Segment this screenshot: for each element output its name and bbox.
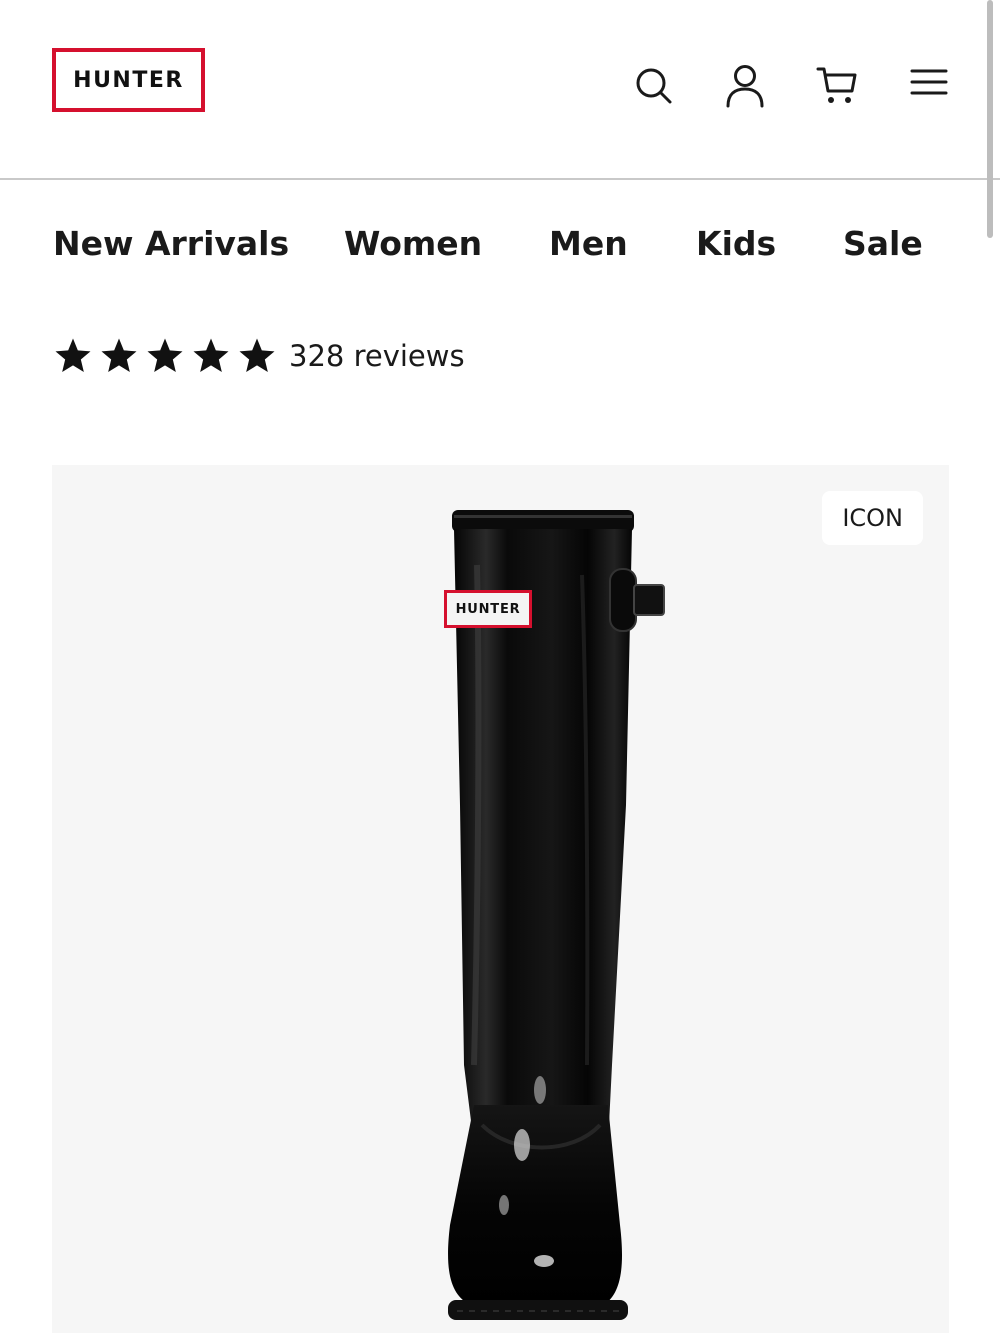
product-rating: 328 reviews <box>53 332 465 380</box>
main-nav: New Arrivals Women Men Kids Sale <box>0 224 1000 272</box>
site-header: HUNTER <box>0 0 1000 180</box>
star-icon <box>145 336 185 376</box>
boot-brand-label: HUNTER <box>444 590 532 628</box>
star-icon <box>99 336 139 376</box>
nav-women[interactable]: Women <box>344 224 482 263</box>
product-image[interactable]: ICON HUNTER <box>52 465 949 1333</box>
star-icon <box>237 336 277 376</box>
star-icon <box>191 336 231 376</box>
icon-badge: ICON <box>822 491 923 545</box>
search-icon[interactable] <box>630 62 678 110</box>
rain-boot-image: HUNTER <box>382 505 682 1329</box>
nav-new-arrivals[interactable]: New Arrivals <box>53 224 289 263</box>
hunter-logo[interactable]: HUNTER <box>52 48 205 112</box>
nav-kids[interactable]: Kids <box>696 224 776 263</box>
page-scrollbar[interactable] <box>987 0 993 238</box>
star-icon <box>53 336 93 376</box>
nav-men[interactable]: Men <box>549 224 628 263</box>
cart-icon[interactable] <box>813 62 861 110</box>
menu-icon[interactable] <box>905 58 953 106</box>
star-rating <box>53 336 277 376</box>
reviews-link[interactable]: 328 reviews <box>289 339 465 373</box>
nav-sale[interactable]: Sale <box>843 224 923 263</box>
account-icon[interactable] <box>721 62 769 110</box>
